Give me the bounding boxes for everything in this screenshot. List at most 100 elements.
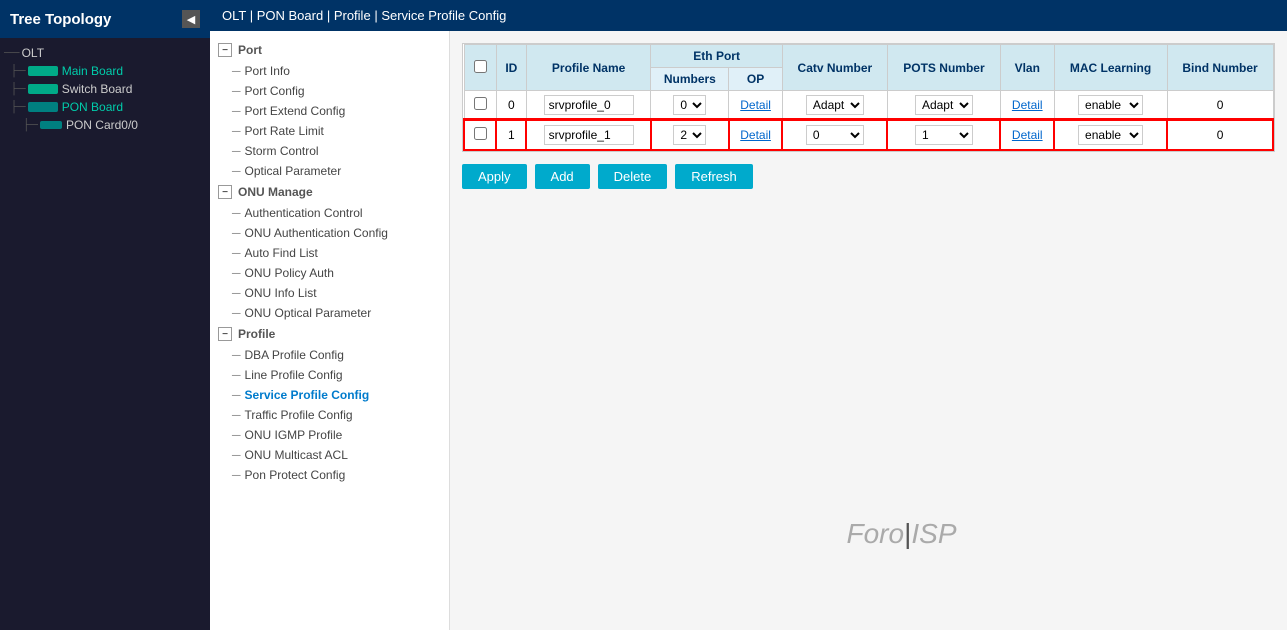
row0-checkbox[interactable] [474, 97, 487, 110]
select-all-checkbox[interactable] [474, 60, 487, 73]
th-checkbox [464, 45, 496, 91]
nav-item-optical-parameter[interactable]: ─Optical Parameter [210, 161, 449, 181]
mainboard-icon [28, 66, 58, 76]
sidebar-collapse-button[interactable]: ◀ [182, 10, 200, 28]
nav-item-auth-control[interactable]: ─Authentication Control [210, 203, 449, 223]
sidebar: Tree Topology ◀ ── OLT ├─ Main Board ├─ … [0, 0, 210, 630]
row1-eth-numbers-cell: 0 1 2 4 [651, 120, 729, 150]
nav-item-onu-auth-config[interactable]: ─ONU Authentication Config [210, 223, 449, 243]
tree-node-ponboard[interactable]: ├─ PON Board [0, 98, 210, 116]
row1-pots-select[interactable]: 0 1 Adapt [915, 125, 973, 145]
nav-item-dba-profile[interactable]: ─DBA Profile Config [210, 345, 449, 365]
ponboard-label: PON Board [62, 100, 123, 114]
row1-mac-learning-select[interactable]: enable disable [1078, 125, 1143, 145]
row1-mac-learning-cell: enable disable [1054, 120, 1167, 150]
breadcrumb-sep1: | [250, 8, 257, 23]
breadcrumb-current: Service Profile Config [381, 8, 506, 23]
row0-vlan-detail-link[interactable]: Detail [1012, 98, 1043, 112]
breadcrumb-sep2: | [327, 8, 334, 23]
th-id: ID [496, 45, 526, 91]
switchboard-label: Switch Board [62, 82, 133, 96]
row0-eth-numbers-select[interactable]: 0 1 2 4 [673, 95, 706, 115]
nav-section-onu-manage: − ONU Manage [210, 181, 449, 203]
row1-checkbox[interactable] [474, 127, 487, 140]
th-catv-number: Catv Number [782, 45, 887, 91]
row1-eth-op-detail-link[interactable]: Detail [740, 128, 771, 142]
row0-catv-select[interactable]: Adapt 0 1 [806, 95, 864, 115]
nav-item-port-config[interactable]: ─Port Config [210, 81, 449, 101]
row0-eth-op-detail-link[interactable]: Detail [740, 98, 771, 112]
nav-item-port-rate-limit[interactable]: ─Port Rate Limit [210, 121, 449, 141]
row0-pots-select[interactable]: Adapt 0 1 [915, 95, 973, 115]
th-bind-number: Bind Number [1167, 45, 1273, 91]
tree-node-switchboard[interactable]: ├─ Switch Board [0, 80, 210, 98]
nav-item-traffic-profile[interactable]: ─Traffic Profile Config [210, 405, 449, 425]
refresh-button[interactable]: Refresh [675, 164, 753, 189]
poncard-icon [40, 121, 62, 129]
nav-item-line-profile[interactable]: ─Line Profile Config [210, 365, 449, 385]
left-nav: − Port ─Port Info ─Port Config ─Port Ext… [210, 31, 450, 630]
row1-bind-number: 0 [1167, 120, 1273, 150]
nav-item-onu-info-list[interactable]: ─ONU Info List [210, 283, 449, 303]
sidebar-header: Tree Topology ◀ [0, 0, 210, 38]
poncard-label: PON Card0/0 [66, 118, 138, 132]
main-area: OLT | PON Board | Profile | Service Prof… [210, 0, 1287, 630]
nav-section-port: − Port [210, 39, 449, 61]
row0-profile-name-cell [526, 91, 651, 121]
th-vlan: Vlan [1000, 45, 1054, 91]
breadcrumb-olt[interactable]: OLT [222, 8, 246, 23]
row0-profile-name-input[interactable] [544, 95, 634, 115]
nav-item-onu-optical-param[interactable]: ─ONU Optical Parameter [210, 303, 449, 323]
delete-button[interactable]: Delete [598, 164, 668, 189]
row1-profile-name-input[interactable] [544, 125, 634, 145]
apply-button[interactable]: Apply [462, 164, 527, 189]
nav-item-onu-multicast-acl[interactable]: ─ONU Multicast ACL [210, 445, 449, 465]
tree-node-olt[interactable]: ── OLT [0, 44, 210, 62]
nav-item-port-info[interactable]: ─Port Info [210, 61, 449, 81]
port-expand-icon[interactable]: − [218, 43, 232, 57]
olt-label: OLT [22, 46, 44, 60]
row0-eth-op-cell: Detail [729, 91, 783, 121]
watermark: Foro|ISP [847, 518, 957, 550]
row1-eth-numbers-select[interactable]: 0 1 2 4 [673, 125, 706, 145]
row0-checkbox-cell [464, 91, 496, 121]
breadcrumb: OLT | PON Board | Profile | Service Prof… [210, 0, 1287, 31]
row1-vlan-detail-link[interactable]: Detail [1012, 128, 1043, 142]
row0-id: 0 [496, 91, 526, 121]
tree-node-mainboard[interactable]: ├─ Main Board [0, 62, 210, 80]
row0-mac-learning-cell: enable disable [1054, 91, 1167, 121]
row0-mac-learning-select[interactable]: enable disable [1078, 95, 1143, 115]
port-section-label: Port [238, 43, 262, 57]
nav-item-storm-control[interactable]: ─Storm Control [210, 141, 449, 161]
switchboard-icon [28, 84, 58, 94]
service-profile-table: ID Profile Name Eth Port Catv Number POT… [463, 44, 1274, 151]
nav-item-onu-policy-auth[interactable]: ─ONU Policy Auth [210, 263, 449, 283]
row1-vlan-cell: Detail [1000, 120, 1054, 150]
row1-checkbox-cell [464, 120, 496, 150]
nav-item-pon-protect[interactable]: ─Pon Protect Config [210, 465, 449, 485]
th-mac-learning: MAC Learning [1054, 45, 1167, 91]
breadcrumb-profile[interactable]: Profile [334, 8, 371, 23]
row0-catv-cell: Adapt 0 1 [782, 91, 887, 121]
onu-manage-section-label: ONU Manage [238, 185, 313, 199]
tree-node-poncard[interactable]: ├─ PON Card0/0 [0, 116, 210, 134]
nav-section-profile: − Profile [210, 323, 449, 345]
profile-section-label: Profile [238, 327, 275, 341]
mainboard-label: Main Board [62, 64, 123, 78]
row0-vlan-cell: Detail [1000, 91, 1054, 121]
nav-item-port-extend-config[interactable]: ─Port Extend Config [210, 101, 449, 121]
nav-item-onu-igmp[interactable]: ─ONU IGMP Profile [210, 425, 449, 445]
th-profile-name: Profile Name [526, 45, 651, 91]
nav-item-service-profile[interactable]: ─Service Profile Config [210, 385, 449, 405]
add-button[interactable]: Add [535, 164, 590, 189]
nav-item-auto-find-list[interactable]: ─Auto Find List [210, 243, 449, 263]
th-pots-number: POTS Number [887, 45, 1000, 91]
row1-pots-cell: 0 1 Adapt [887, 120, 1000, 150]
breadcrumb-ponboard[interactable]: PON Board [257, 8, 323, 23]
row0-eth-numbers-cell: 0 1 2 4 [651, 91, 729, 121]
onu-manage-expand-icon[interactable]: − [218, 185, 232, 199]
th-eth-port: Eth Port [651, 45, 782, 68]
ponboard-icon [28, 102, 58, 112]
row1-catv-select[interactable]: 0 Adapt 1 [806, 125, 864, 145]
profile-expand-icon[interactable]: − [218, 327, 232, 341]
